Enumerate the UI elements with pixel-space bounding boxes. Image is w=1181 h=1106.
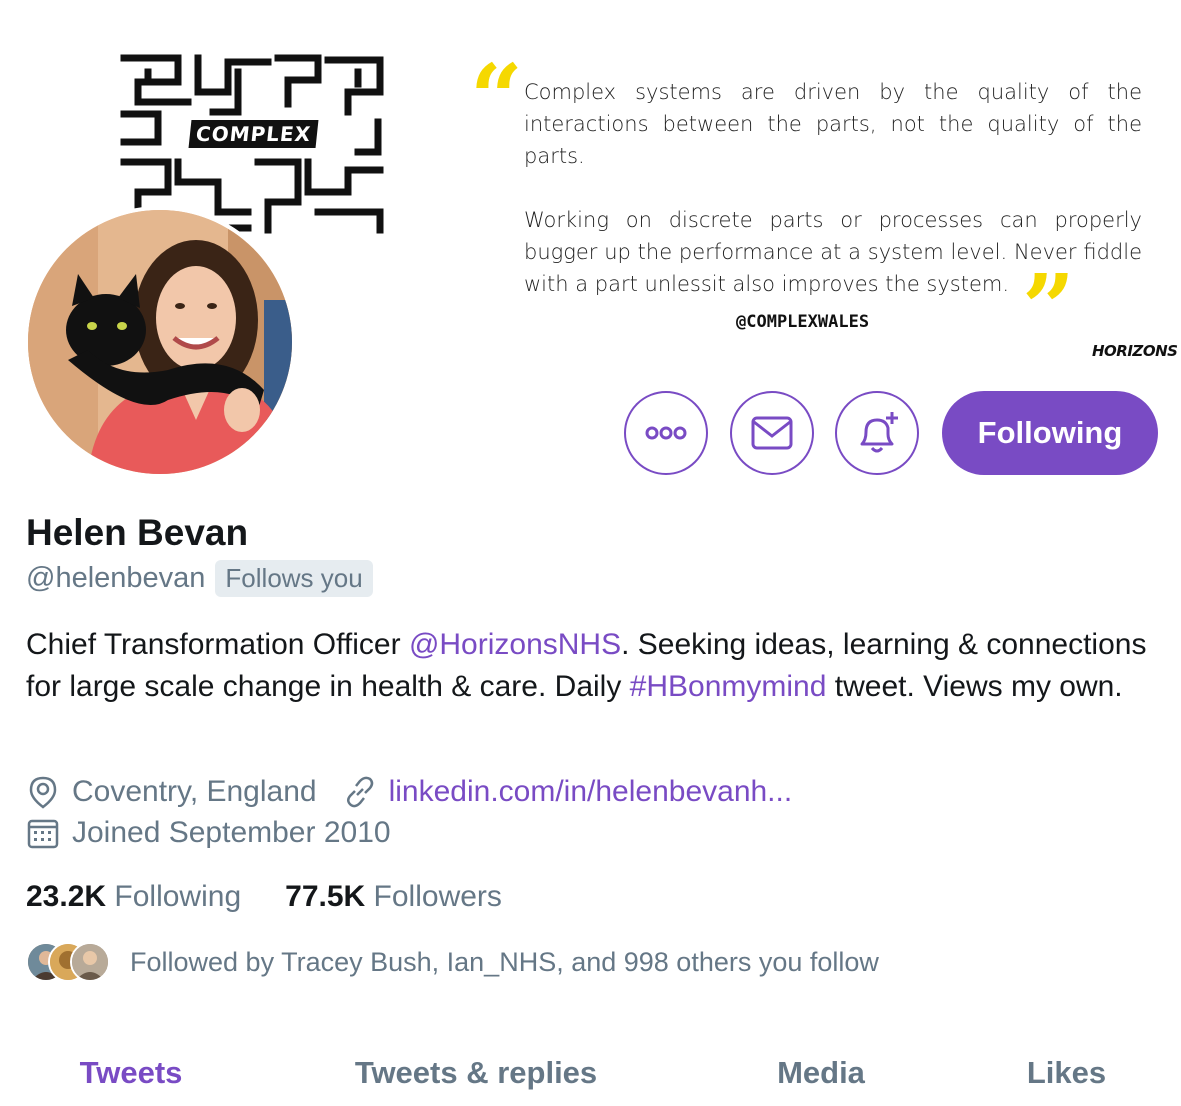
avatar (70, 942, 110, 982)
notify-button[interactable] (835, 391, 919, 475)
followers-stat[interactable]: 77.5K Followers (285, 880, 502, 914)
following-stat[interactable]: 23.2K Following (26, 880, 241, 914)
close-quote-mark: ” (1022, 254, 1075, 362)
profile-handle: @helenbevan (26, 562, 206, 594)
quote-paragraph: Complex systems are driven by the qualit… (524, 80, 1142, 168)
website-item[interactable]: linkedin.com/in/helenbevanh... (343, 775, 793, 809)
envelope-icon (751, 416, 793, 450)
tab-tweets[interactable]: Tweets (0, 1040, 262, 1106)
maze-label: COMPLEX (188, 120, 319, 148)
quote-attribution: @COMPLEXWALES (736, 312, 870, 332)
more-button[interactable] (624, 391, 708, 475)
tab-tweets-and-replies[interactable]: Tweets & replies (262, 1040, 690, 1106)
bio-text: tweet. Views my own. (826, 670, 1123, 703)
profile-name: Helen Bevan (26, 512, 249, 553)
bio-mention-link[interactable]: @HorizonsNHS (409, 628, 621, 661)
profile-meta: Joined September 2010 (26, 816, 417, 850)
profile-bio: Chief Transformation Officer @HorizonsNH… (26, 624, 1156, 708)
brand-logo: HORIZONS (1092, 342, 1178, 360)
mutual-avatars (26, 942, 110, 982)
follow-stats: 23.2K Following 77.5K Followers (26, 880, 502, 914)
message-button[interactable] (730, 391, 814, 475)
handle-row: @helenbevan Follows you (26, 560, 373, 597)
location-text: Coventry, England (72, 775, 317, 808)
joined-item: Joined September 2010 (26, 816, 391, 850)
follows-you-badge: Follows you (215, 560, 373, 597)
followers-label: Followers (373, 880, 502, 913)
following-label: Following (114, 880, 242, 913)
calendar-icon (27, 819, 59, 849)
followers-count: 77.5K (285, 880, 366, 913)
website-link[interactable]: linkedin.com/in/helenbevanh... (389, 775, 793, 809)
tab-likes[interactable]: Likes (952, 1040, 1181, 1106)
following-count: 23.2K (26, 880, 107, 913)
bio-hashtag-link[interactable]: #HBonmymind (630, 670, 827, 703)
link-icon (346, 776, 373, 808)
location-item: Coventry, England (26, 775, 317, 809)
profile-avatar[interactable] (24, 206, 296, 478)
more-icon (645, 426, 687, 440)
following-button[interactable]: Following (942, 391, 1158, 475)
profile-tabs: Tweets Tweets & replies Media Likes (0, 1040, 1181, 1106)
joined-text: Joined September 2010 (72, 816, 391, 849)
tab-media[interactable]: Media (690, 1040, 952, 1106)
bio-text: Chief Transformation Officer (26, 628, 409, 661)
followed-by-row[interactable]: Followed by Tracey Bush, Ian_NHS, and 99… (26, 942, 879, 982)
open-quote-mark: “ (470, 44, 523, 152)
bell-plus-icon (860, 412, 898, 453)
profile-meta: Coventry, England linkedin.com/in/helenb… (26, 775, 818, 809)
followed-by-text: Followed by Tracey Bush, Ian_NHS, and 99… (130, 946, 879, 977)
location-pin-icon (29, 776, 57, 809)
